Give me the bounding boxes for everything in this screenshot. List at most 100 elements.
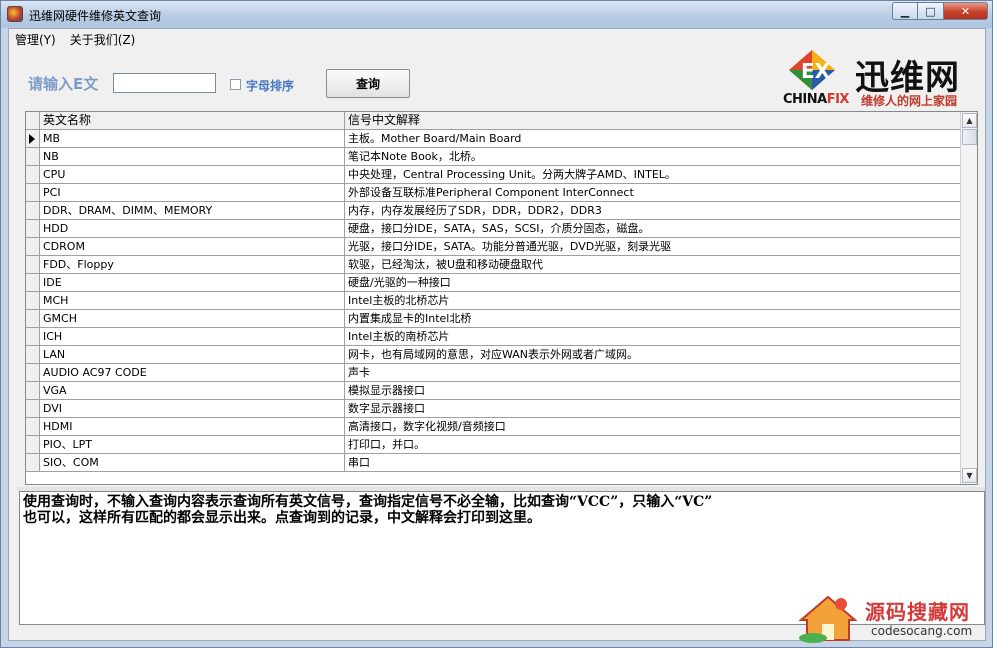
table-row[interactable]: PIO、LPT 打印口，并口。 bbox=[26, 436, 961, 454]
logo-name-en-b: FIX bbox=[826, 92, 850, 107]
cell-chinese-desc[interactable]: 打印口，并口。 bbox=[345, 436, 961, 453]
minimize-button[interactable]: ▁ bbox=[892, 2, 918, 20]
chinafix-logo-icon: EX bbox=[789, 50, 835, 90]
table-row[interactable]: FDD、Floppy 软驱，已经淘汰，被U盘和移动硬盘取代 bbox=[26, 256, 961, 274]
table-row[interactable]: NB 笔记本Note Book，北桥。 bbox=[26, 148, 961, 166]
close-button[interactable]: ✕ bbox=[944, 2, 988, 20]
table-row[interactable]: CPU 中央处理，Central Processing Unit。分两大牌子AMD… bbox=[26, 166, 961, 184]
cell-english-name[interactable]: CPU bbox=[40, 166, 345, 183]
cell-chinese-desc[interactable]: 高清接口，数字化视频/音频接口 bbox=[345, 418, 961, 435]
table-row[interactable]: ICH Intel主板的南桥芯片 bbox=[26, 328, 961, 346]
table-row[interactable]: GMCH 内置集成显卡的Intel北桥 bbox=[26, 310, 961, 328]
cell-chinese-desc[interactable]: 主板。Mother Board/Main Board bbox=[345, 130, 961, 147]
cell-english-name[interactable]: CDROM bbox=[40, 238, 345, 255]
row-indicator bbox=[26, 292, 40, 309]
cell-chinese-desc[interactable]: 光驱，接口分IDE，SATA。功能分普通光驱，DVD光驱，刻录光驱 bbox=[345, 238, 961, 255]
cell-english-name[interactable]: DDR、DRAM、DIMM、MEMORY bbox=[40, 202, 345, 219]
cell-english-name[interactable]: NB bbox=[40, 148, 345, 165]
cell-chinese-desc[interactable]: 中央处理，Central Processing Unit。分两大牌子AMD、IN… bbox=[345, 166, 961, 183]
maximize-button[interactable]: □ bbox=[918, 2, 944, 20]
table-row[interactable]: HDD 硬盘，接口分IDE，SATA，SAS，SCSI，介质分固态，磁盘。 bbox=[26, 220, 961, 238]
table-row[interactable]: IDE 硬盘/光驱的一种接口 bbox=[26, 274, 961, 292]
sort-label[interactable]: 字母排序 bbox=[246, 77, 294, 94]
cell-chinese-desc[interactable]: 内置集成显卡的Intel北桥 bbox=[345, 310, 961, 327]
header-english-name[interactable]: 英文名称 bbox=[40, 112, 345, 130]
cell-english-name[interactable]: IDE bbox=[40, 274, 345, 291]
cell-chinese-desc[interactable]: 笔记本Note Book，北桥。 bbox=[345, 148, 961, 165]
query-button[interactable]: 查询 bbox=[326, 69, 410, 98]
codesocang-watermark: 源码搜藏网 codesocang.com bbox=[793, 590, 991, 646]
results-grid[interactable]: 英文名称 信号中文解释 MB 主板。Mother Board/Main Board… bbox=[25, 111, 978, 485]
table-row[interactable]: MCH Intel主板的北桥芯片 bbox=[26, 292, 961, 310]
row-indicator bbox=[26, 436, 40, 453]
window-controls: ▁ □ ✕ bbox=[892, 2, 988, 20]
cell-chinese-desc[interactable]: 硬盘，接口分IDE，SATA，SAS，SCSI，介质分固态，磁盘。 bbox=[345, 220, 961, 237]
cell-chinese-desc[interactable]: 模拟显示器接口 bbox=[345, 382, 961, 399]
sort-checkbox[interactable] bbox=[230, 79, 241, 90]
row-indicator bbox=[26, 454, 40, 471]
table-row[interactable]: AUDIO AC97 CODE 声卡 bbox=[26, 364, 961, 382]
house-logo-icon bbox=[798, 595, 858, 643]
watermark-url: codesocang.com bbox=[871, 624, 973, 638]
row-pointer-icon bbox=[29, 134, 35, 144]
cell-english-name[interactable]: AUDIO AC97 CODE bbox=[40, 364, 345, 381]
table-row[interactable]: VGA 模拟显示器接口 bbox=[26, 382, 961, 400]
table-row[interactable]: SIO、COM 串口 bbox=[26, 454, 961, 472]
cell-english-name[interactable]: MCH bbox=[40, 292, 345, 309]
cell-chinese-desc[interactable]: Intel主板的南桥芯片 bbox=[345, 328, 961, 345]
table-row[interactable]: PCI 外部设备互联标准Peripheral Component InterCon… bbox=[26, 184, 961, 202]
cell-english-name[interactable]: HDMI bbox=[40, 418, 345, 435]
cell-english-name[interactable]: DVI bbox=[40, 400, 345, 417]
cell-chinese-desc[interactable]: 串口 bbox=[345, 454, 961, 471]
cell-english-name[interactable]: GMCH bbox=[40, 310, 345, 327]
cell-english-name[interactable]: LAN bbox=[40, 346, 345, 363]
cell-english-name[interactable]: SIO、COM bbox=[40, 454, 345, 471]
grid-scrollbar[interactable]: ▲ ▼ bbox=[960, 112, 977, 484]
row-indicator bbox=[26, 256, 40, 273]
row-indicator bbox=[26, 364, 40, 381]
scroll-thumb[interactable] bbox=[962, 129, 977, 145]
cell-english-name[interactable]: ICH bbox=[40, 328, 345, 345]
logo-slogan: 维修人的网上家园 bbox=[861, 94, 958, 108]
menu-manage[interactable]: 管理(Y) bbox=[15, 31, 56, 48]
cell-chinese-desc[interactable]: Intel主板的北桥芯片 bbox=[345, 292, 961, 309]
table-row[interactable]: LAN 网卡，也有局域网的意思，对应WAN表示外网或者广域网。 bbox=[26, 346, 961, 364]
cell-english-name[interactable]: MB bbox=[40, 130, 345, 147]
scroll-up-button[interactable]: ▲ bbox=[962, 113, 977, 128]
cell-english-name[interactable]: PIO、LPT bbox=[40, 436, 345, 453]
table-row[interactable]: HDMI 高清接口，数字化视频/音频接口 bbox=[26, 418, 961, 436]
row-indicator bbox=[26, 238, 40, 255]
cell-chinese-desc[interactable]: 声卡 bbox=[345, 364, 961, 381]
chinafix-logo: EX 迅维网 CHINAFIX 维修人的网上家园 bbox=[783, 46, 977, 108]
query-input[interactable] bbox=[113, 73, 216, 93]
memo-line-1: 使用查询时，不输入查询内容表示查询所有英文信号，查询指定信号不必全输，比如查询“… bbox=[23, 494, 713, 510]
cell-chinese-desc[interactable]: 数字显示器接口 bbox=[345, 400, 961, 417]
row-indicator bbox=[26, 130, 40, 147]
row-indicator bbox=[26, 328, 40, 345]
cell-english-name[interactable]: PCI bbox=[40, 184, 345, 201]
table-row[interactable]: DVI 数字显示器接口 bbox=[26, 400, 961, 418]
cell-english-name[interactable]: VGA bbox=[40, 382, 345, 399]
row-indicator bbox=[26, 148, 40, 165]
table-row[interactable]: MB 主板。Mother Board/Main Board bbox=[26, 130, 961, 148]
svg-text:EX: EX bbox=[801, 59, 831, 83]
cell-chinese-desc[interactable]: 硬盘/光驱的一种接口 bbox=[345, 274, 961, 291]
cell-english-name[interactable]: FDD、Floppy bbox=[40, 256, 345, 273]
row-indicator bbox=[26, 310, 40, 327]
menu-about[interactable]: 关于我们(Z) bbox=[70, 31, 136, 48]
header-chinese-desc[interactable]: 信号中文解释 bbox=[345, 112, 961, 130]
logo-name-en-a: CHINA bbox=[783, 92, 827, 107]
row-indicator bbox=[26, 382, 40, 399]
cell-chinese-desc[interactable]: 外部设备互联标准Peripheral Component InterConnec… bbox=[345, 184, 961, 201]
cell-chinese-desc[interactable]: 内存，内存发展经历了SDR，DDR，DDR2，DDR3 bbox=[345, 202, 961, 219]
query-prompt-label: 请输入E文 bbox=[28, 75, 99, 93]
row-indicator bbox=[26, 274, 40, 291]
grid-header: 英文名称 信号中文解释 bbox=[26, 112, 961, 130]
scroll-down-button[interactable]: ▼ bbox=[962, 468, 977, 483]
table-row[interactable]: DDR、DRAM、DIMM、MEMORY 内存，内存发展经历了SDR，DDR，DD… bbox=[26, 202, 961, 220]
table-row[interactable]: CDROM 光驱，接口分IDE，SATA。功能分普通光驱，DVD光驱，刻录光驱 bbox=[26, 238, 961, 256]
grid-rows: MB 主板。Mother Board/Main Board NB 笔记本Note Bo… bbox=[26, 130, 961, 472]
cell-chinese-desc[interactable]: 软驱，已经淘汰，被U盘和移动硬盘取代 bbox=[345, 256, 961, 273]
cell-english-name[interactable]: HDD bbox=[40, 220, 345, 237]
cell-chinese-desc[interactable]: 网卡，也有局域网的意思，对应WAN表示外网或者广域网。 bbox=[345, 346, 961, 363]
